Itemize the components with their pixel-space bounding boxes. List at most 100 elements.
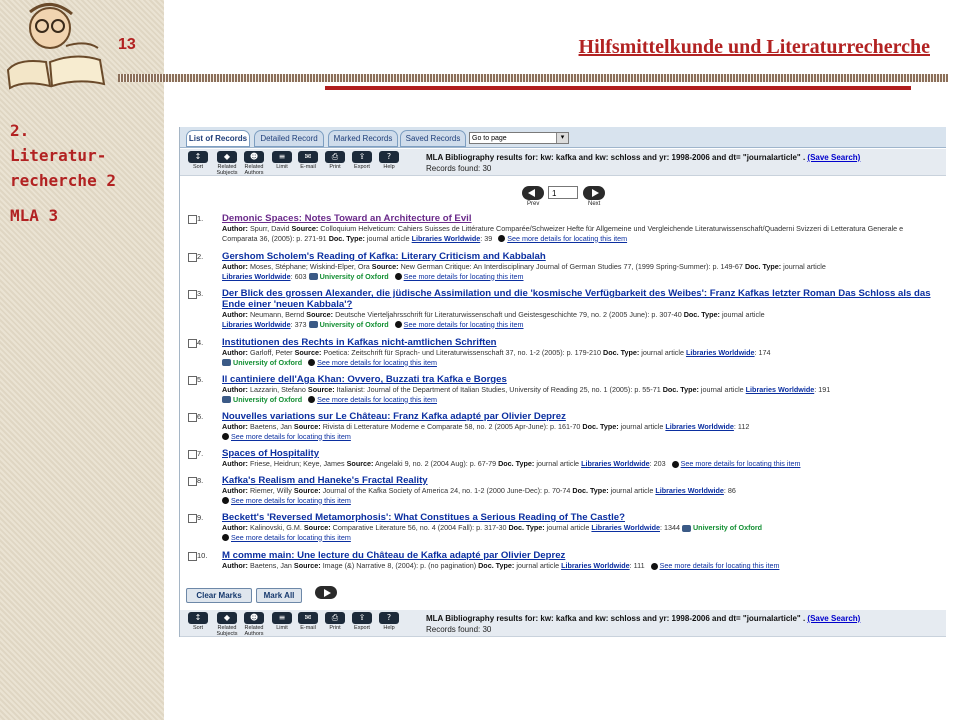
record-checkbox[interactable] <box>188 339 197 348</box>
tab-marked-records[interactable]: Marked Records <box>328 130 398 147</box>
see-more-details-link[interactable]: See more details for locating this item <box>404 272 524 281</box>
save-search-link[interactable]: (Save Search) <box>807 614 860 623</box>
email-button[interactable]: ✉ E-mail <box>296 151 320 170</box>
print-button[interactable]: ⎙ Print <box>323 151 347 170</box>
goto-page-select[interactable]: Go to page ▾ <box>469 132 569 144</box>
record-title-link[interactable]: Institutionen des Rechts in Kafkas nicht… <box>222 337 936 348</box>
record-number: 5. <box>197 375 204 384</box>
record-checkbox[interactable] <box>188 514 197 523</box>
see-more-details-link[interactable]: See more details for locating this item <box>681 459 801 468</box>
record-metadata: Author: Kalinovski, G.M. Source: Compara… <box>222 523 763 542</box>
record-metadata: Author: Friese, Heidrun; Keye, James Sou… <box>222 459 801 468</box>
related-subjects-button[interactable]: ◆ Related Subjects <box>215 612 239 637</box>
record-checkbox[interactable] <box>188 290 197 299</box>
record-checkbox[interactable] <box>188 413 197 422</box>
record-title-link[interactable]: Demonic Spaces: Notes Toward an Architec… <box>222 213 936 224</box>
record-checkbox[interactable] <box>188 376 197 385</box>
related-authors-button[interactable]: ☻ Related Authors <box>242 151 266 176</box>
record-checkbox[interactable] <box>188 552 197 561</box>
record-title-link[interactable]: Der Blick des grossen Alexander, die jüd… <box>222 288 936 310</box>
see-more-details-link[interactable]: See more details for locating this item <box>317 395 437 404</box>
oxford-library-icon <box>308 273 318 281</box>
record-checkbox[interactable] <box>188 215 197 224</box>
page-number-input[interactable]: 1 <box>548 186 578 199</box>
info-icon <box>394 321 402 329</box>
email-button[interactable]: ✉ E-mail <box>296 612 320 631</box>
libraries-worldwide-link[interactable]: Libraries Worldwide <box>222 320 291 329</box>
records-found-count: Records found: 30 <box>426 625 492 634</box>
university-of-oxford-label[interactable]: University of Oxford <box>233 358 302 367</box>
record-metadata: Author: Baetens, Jan Source: Image (&) N… <box>222 561 780 570</box>
help-button[interactable]: ? Help <box>377 151 401 170</box>
record-checkbox[interactable] <box>188 253 197 262</box>
help-button[interactable]: ? Help <box>377 612 401 631</box>
record-number: 10. <box>197 551 208 560</box>
tab-saved-records[interactable]: Saved Records <box>400 130 466 147</box>
libraries-worldwide-link[interactable]: Libraries Worldwide <box>581 459 650 468</box>
libraries-worldwide-link[interactable]: Libraries Worldwide <box>686 348 755 357</box>
tab-list-of-records[interactable]: List of Records <box>186 130 250 147</box>
top-toolbar: ↕ Sort ◆ Related Subjects ☻ Related Authors… <box>180 149 946 176</box>
sort-button[interactable]: ↕ Sort <box>186 612 210 631</box>
save-search-link[interactable]: (Save Search) <box>807 153 860 162</box>
record-metadata: Author: Riemer, Willy Source: Journal of… <box>222 486 736 505</box>
export-button[interactable]: ⇪ Export <box>350 151 374 170</box>
libraries-worldwide-link[interactable]: Libraries Worldwide <box>222 272 291 281</box>
university-of-oxford-label[interactable]: University of Oxford <box>320 272 389 281</box>
libraries-worldwide-link[interactable]: Libraries Worldwide <box>591 523 660 532</box>
see-more-details-link[interactable]: See more details for locating this item <box>231 496 351 505</box>
results-query: MLA Bibliography results for: kw: kafka … <box>426 614 806 623</box>
slide-sidebar-background <box>0 0 164 720</box>
slide-title: Hilfsmittelkunde und Literaturrecherche <box>578 36 930 58</box>
limit-button[interactable]: ≡ Limit <box>270 151 294 170</box>
tab-detailed-record[interactable]: Detailed Record <box>254 130 324 147</box>
record-title-link[interactable]: Il cantiniere dell'Aga Khan: Ovvero, Buz… <box>222 374 936 385</box>
see-more-details-link[interactable]: See more details for locating this item <box>231 432 351 441</box>
libraries-worldwide-link[interactable]: Libraries Worldwide <box>665 422 734 431</box>
record-number: 3. <box>197 289 204 298</box>
email-icon: ✉ <box>298 151 318 163</box>
related-authors-button[interactable]: ☻ Related Authors <box>242 612 266 637</box>
search-results-summary: MLA Bibliography results for: kw: kafka … <box>426 613 860 635</box>
clear-marks-button[interactable]: Clear Marks <box>186 588 252 603</box>
slide-number: 13 <box>118 36 136 53</box>
results-query: MLA Bibliography results for: kw: kafka … <box>426 153 806 162</box>
libraries-worldwide-link[interactable]: Libraries Worldwide <box>746 385 815 394</box>
next-page-button[interactable] <box>315 586 337 599</box>
help-icon: ? <box>379 612 399 624</box>
export-button[interactable]: ⇪ Export <box>350 612 374 631</box>
university-of-oxford-label[interactable]: University of Oxford <box>693 523 762 532</box>
libraries-worldwide-link[interactable]: Libraries Worldwide <box>655 486 724 495</box>
sort-button[interactable]: ↕ Sort <box>186 151 210 170</box>
record-title-link[interactable]: Gershom Scholem's Reading of Kafka: Lite… <box>222 251 936 262</box>
record-title-link[interactable]: M comme main: Une lecture du Château de … <box>222 550 936 561</box>
limit-button[interactable]: ≡ Limit <box>270 612 294 631</box>
university-of-oxford-label[interactable]: University of Oxford <box>233 395 302 404</box>
record-metadata: Author: Moses, Stéphane; Wiskind-Elper, … <box>222 262 826 281</box>
record-checkbox[interactable] <box>188 450 197 459</box>
record-title-link[interactable]: Beckett's 'Reversed Metamorphosis': What… <box>222 512 936 523</box>
record-title-link[interactable]: Nouvelles variations sur Le Château: Fra… <box>222 411 936 422</box>
see-more-details-link[interactable]: See more details for locating this item <box>231 533 351 542</box>
prev-page-button[interactable] <box>522 186 544 200</box>
print-button[interactable]: ⎙ Print <box>323 612 347 631</box>
libraries-worldwide-link[interactable]: Libraries Worldwide <box>561 561 630 570</box>
see-more-details-link[interactable]: See more details for locating this item <box>317 358 437 367</box>
next-page-button[interactable] <box>583 186 605 200</box>
record-title-link[interactable]: Kafka's Realism and Haneke's Fractal Rea… <box>222 475 936 486</box>
record-checkbox[interactable] <box>188 477 197 486</box>
see-more-details-link[interactable]: See more details for locating this item <box>404 320 524 329</box>
university-of-oxford-label[interactable]: University of Oxford <box>320 320 389 329</box>
record-title-link[interactable]: Spaces of Hospitality <box>222 448 936 459</box>
related-subjects-button[interactable]: ◆ Related Subjects <box>215 151 239 176</box>
libraries-worldwide-link[interactable]: Libraries Worldwide <box>412 234 481 243</box>
info-icon <box>498 235 506 243</box>
mark-all-button[interactable]: Mark All <box>256 588 302 603</box>
info-icon <box>308 359 316 367</box>
see-more-details-link[interactable]: See more details for locating this item <box>660 561 780 570</box>
record-metadata: Author: Spurr, David Source: Colloquium … <box>222 224 904 243</box>
see-more-details-link[interactable]: See more details for locating this item <box>507 234 627 243</box>
record-number: 7. <box>197 449 204 458</box>
limit-icon: ≡ <box>272 151 292 163</box>
record-number: 8. <box>197 476 204 485</box>
